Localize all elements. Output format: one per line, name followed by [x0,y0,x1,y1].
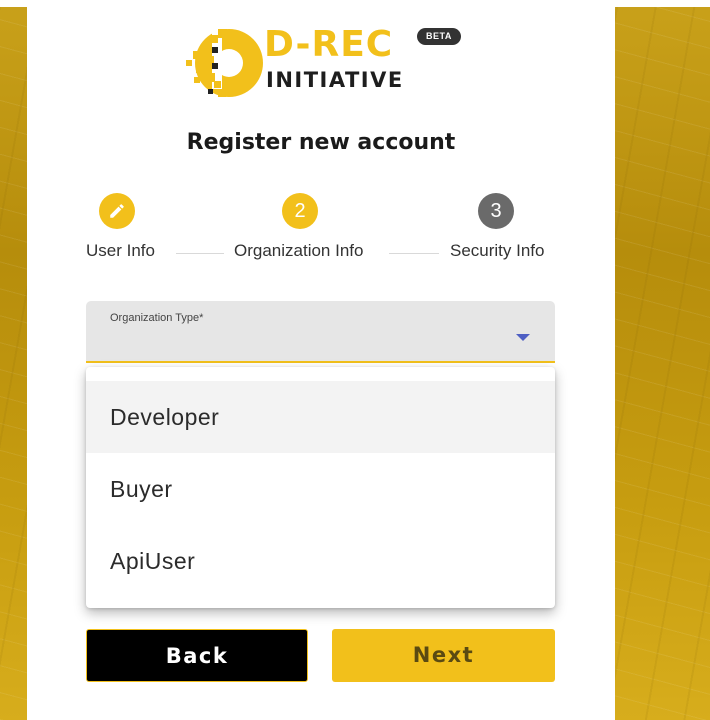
dropdown-arrow-icon[interactable] [516,334,530,341]
pencil-icon [110,204,124,218]
next-button[interactable]: Next [332,629,555,682]
d-rec-logo-mark-icon [186,29,263,97]
organization-type-select[interactable]: Organization Type* [86,301,555,363]
brand-title: D-REC [264,24,394,65]
step-1-label[interactable]: User Info [86,241,155,261]
brand-subtitle: INITIATIVE [266,68,404,92]
step-1-circle[interactable] [99,193,135,229]
step-connector-2 [389,253,439,254]
page-title: Register new account [186,130,456,155]
option-apiuser[interactable]: ApiUser [86,525,555,597]
option-buyer[interactable]: Buyer [86,453,555,525]
beta-badge: BETA [417,28,461,45]
organization-type-dropdown: Developer Buyer ApiUser [86,367,555,608]
back-button[interactable]: Back [86,629,308,682]
brand-logo: D-REC INITIATIVE BETA [184,23,464,103]
step-3-label[interactable]: Security Info [450,241,545,261]
step-2-label[interactable]: Organization Info [234,241,363,261]
step-connector-1 [176,253,224,254]
registration-panel: D-REC INITIATIVE BETA Register new accou… [27,7,615,720]
option-developer[interactable]: Developer [86,381,555,453]
step-2-circle[interactable]: 2 [282,193,318,229]
step-3-circle[interactable]: 3 [478,193,514,229]
organization-type-label: Organization Type* [110,312,204,324]
top-edge [0,0,710,7]
